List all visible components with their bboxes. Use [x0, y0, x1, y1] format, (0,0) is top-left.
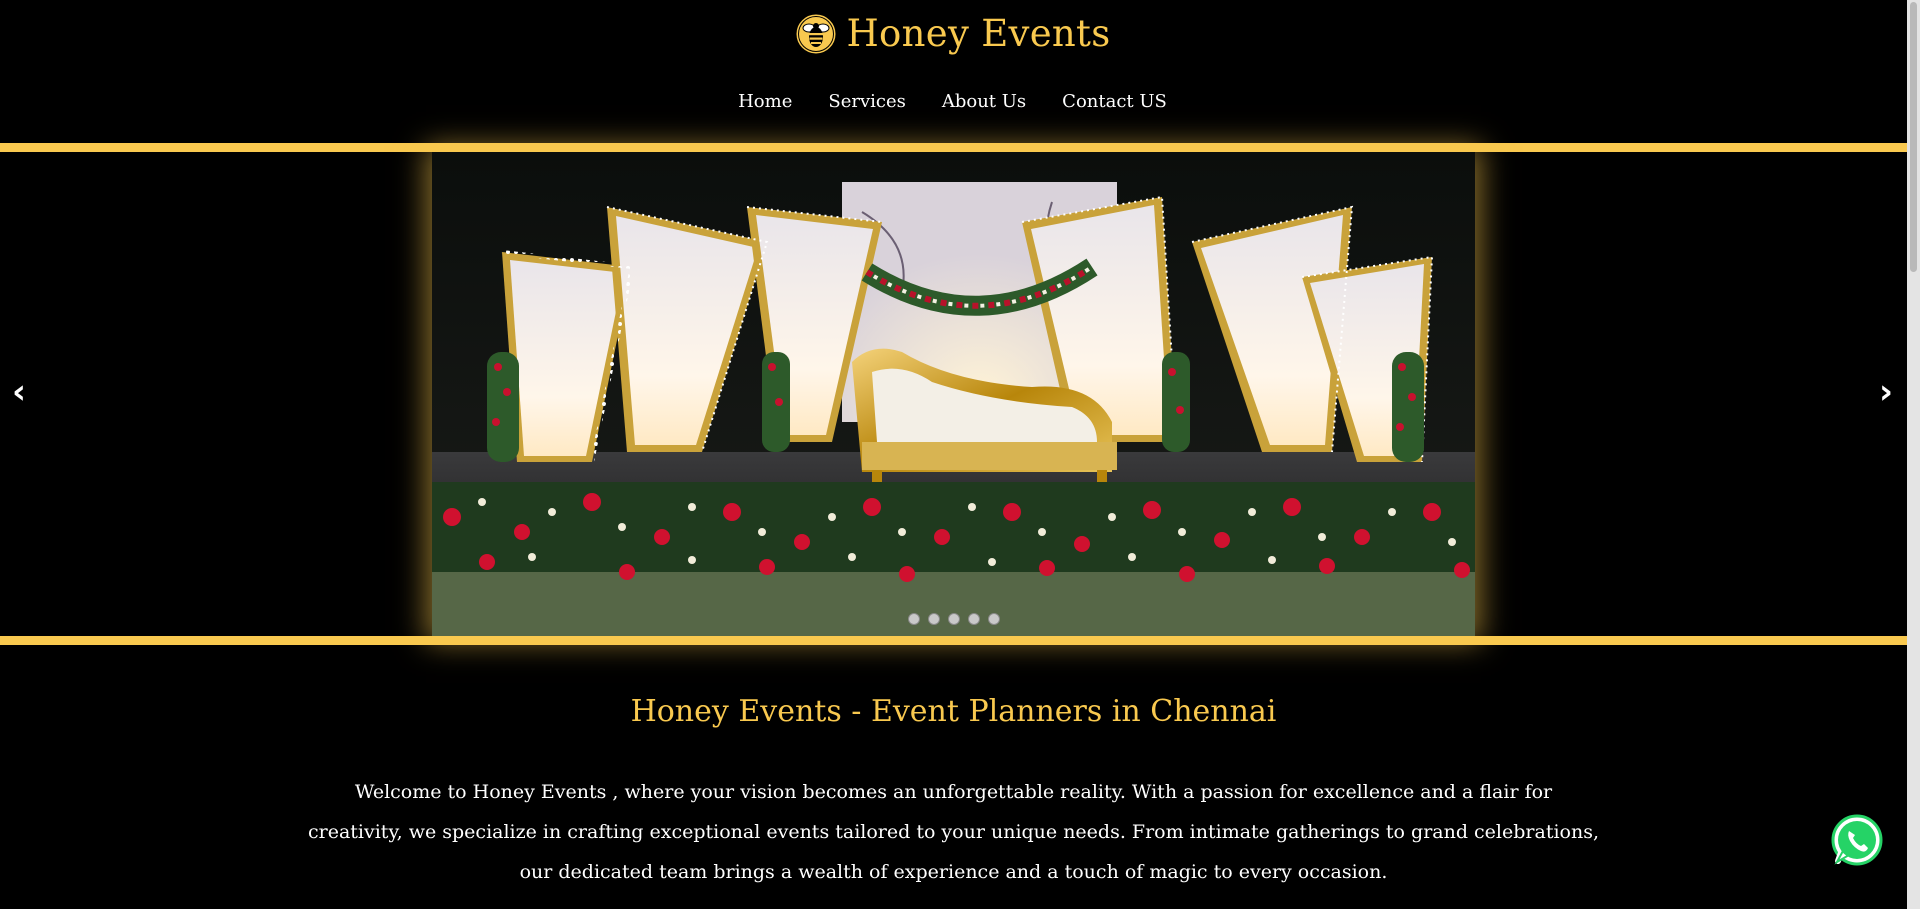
slider-divider — [0, 636, 1907, 645]
nav-about-us[interactable]: About Us — [942, 88, 1026, 116]
slider-dot-5[interactable] — [987, 613, 1000, 625]
nav-home[interactable]: Home — [738, 88, 792, 116]
intro-paragraph: Welcome to Honey Events , where your vis… — [307, 781, 1600, 883]
slide-image-frame — [432, 152, 1475, 636]
page-title: Honey Events - Event Planners in Chennai — [630, 694, 1277, 729]
hero-slider[interactable]: ‹ › — [0, 152, 1907, 636]
slider-dot-2[interactable] — [927, 613, 940, 625]
slider-next-button[interactable]: › — [1879, 375, 1893, 409]
bee-icon — [795, 13, 837, 55]
brand[interactable]: Honey Events — [0, 10, 1905, 58]
scrollbar-thumb[interactable] — [1910, 2, 1917, 272]
nav-services[interactable]: Services — [828, 88, 905, 116]
site-header: Honey Events Home Services About Us Cont… — [0, 0, 1905, 143]
slider-dot-1[interactable] — [907, 613, 920, 625]
main-nav: Home Services About Us Contact US — [0, 88, 1905, 116]
header-divider — [0, 143, 1907, 152]
slider-prev-button[interactable]: ‹ — [12, 375, 26, 409]
whatsapp-icon[interactable] — [1830, 813, 1884, 867]
slider-dot-4[interactable] — [967, 613, 980, 625]
page-scrollbar[interactable] — [1907, 0, 1920, 909]
nav-contact-us[interactable]: Contact US — [1062, 88, 1167, 116]
brand-name: Honey Events — [846, 12, 1111, 55]
slider-dot-3[interactable] — [947, 613, 960, 625]
slider-dots — [0, 613, 1907, 625]
